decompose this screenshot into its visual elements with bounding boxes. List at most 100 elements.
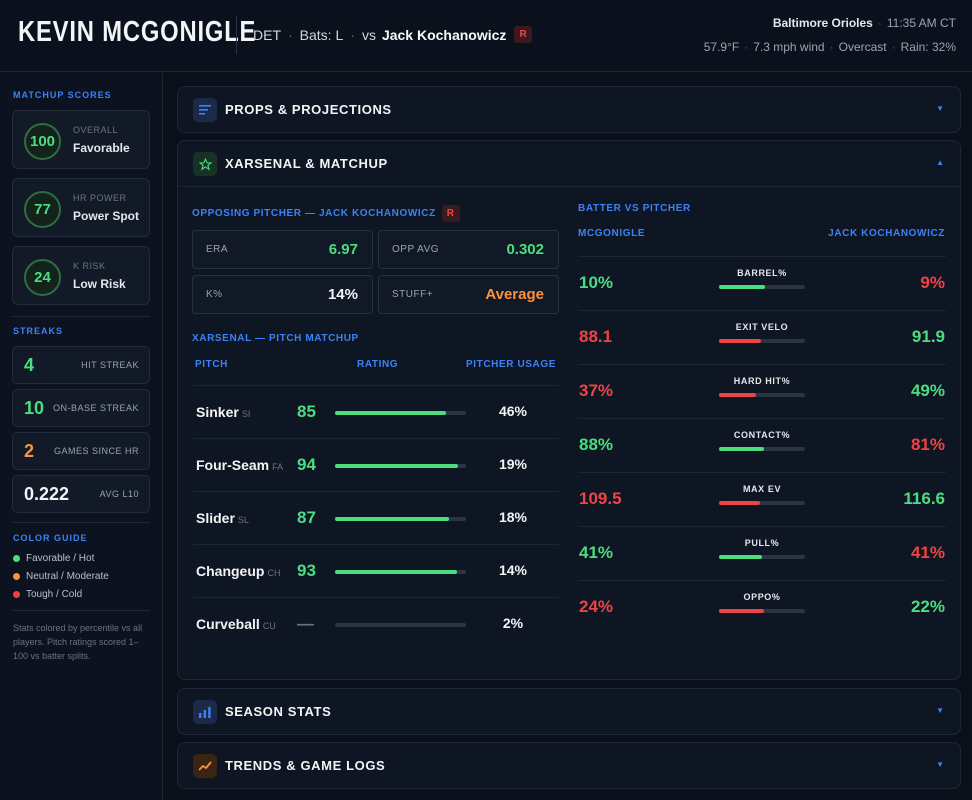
stat-label: K%	[206, 289, 223, 300]
streak-games-since-hr: 2 GAMES SINCE HR	[12, 432, 150, 470]
pitch-name: Curveball CU	[196, 616, 276, 632]
bvp-batter-value: 10%	[579, 273, 614, 292]
panel-season-stats[interactable]: SEASON STATS ▼	[177, 688, 961, 735]
legend-label: Favorable / Hot	[26, 553, 95, 564]
pitch-usage: 14%	[498, 562, 528, 578]
pitch-name: Slider SL	[196, 510, 249, 526]
opponent-pitcher-link[interactable]: Jack Kochanowicz	[382, 27, 507, 43]
bvp-pitcher-value: 91.9	[911, 327, 945, 346]
col-header-usage: PITCHER USAGE	[466, 359, 557, 370]
panel-props[interactable]: PROPS & PROJECTIONS ▼	[177, 86, 961, 133]
bvp-bar-fill	[719, 609, 764, 613]
score-ring: 24	[24, 259, 61, 296]
legend-label: Tough / Cold	[26, 589, 83, 600]
rain-chance: Rain: 32%	[900, 40, 956, 54]
panel-title: TRENDS & GAME LOGS	[225, 758, 386, 773]
bvp-pitcher-value: 49%	[910, 381, 945, 400]
bats-hand: Bats: L	[299, 26, 344, 43]
score-text: Low Risk	[73, 277, 126, 291]
streak-label: AVG L10	[99, 489, 139, 499]
chevron-down-icon[interactable]: ▼	[936, 760, 944, 769]
panel-header[interactable]: XARSENAL & MATCHUP ▲	[178, 141, 960, 187]
score-label: OVERALL	[73, 125, 119, 135]
bvp-stat-label: CONTACT%	[733, 430, 791, 440]
bvp-pitcher-value: 116.6	[903, 489, 945, 508]
separator: ·	[288, 26, 293, 43]
rating-bar	[335, 623, 466, 627]
streak-value: 2	[24, 441, 35, 461]
streak-label: HIT STREAK	[81, 360, 139, 370]
bvp-bar	[719, 555, 805, 559]
pitch-row: Four-Seam FA 94 19%	[193, 438, 559, 491]
color-guide-title: COLOR GUIDE	[13, 533, 88, 543]
pitch-row: Slider SL 87 18%	[193, 491, 559, 544]
stat-k-pct: K% 14%	[192, 275, 373, 314]
venue-team: Baltimore Orioles	[772, 16, 873, 30]
chevron-down-icon[interactable]: ▼	[936, 706, 944, 715]
panel-trends[interactable]: TRENDS & GAME LOGS ▼	[177, 742, 961, 789]
opposing-pitcher-label: OPPOSING PITCHER — JACK KOCHANOWICZ	[192, 208, 436, 219]
pitch-usage: 2%	[502, 615, 524, 631]
legend-item: Favorable / Hot	[13, 553, 94, 564]
legend-label: Neutral / Moderate	[26, 571, 109, 582]
stat-stuff-plus: STUFF+ Average	[378, 275, 559, 314]
bvp-row: 88.1 EXIT VELO 91.9	[578, 310, 946, 364]
header: KEVIN MCGONIGLE DET · Bats: L · vs Jack …	[0, 0, 972, 72]
bvp-row: 37% HARD HIT% 49%	[578, 364, 946, 418]
legend-item: Neutral / Moderate	[13, 571, 109, 582]
chevron-down-icon[interactable]: ▼	[936, 104, 944, 113]
bvp-pitcher-value: 9%	[920, 273, 945, 292]
pitch-rating: 93	[297, 561, 316, 580]
sky-condition: Overcast	[838, 40, 887, 54]
bvp-bar-fill	[719, 555, 762, 559]
bvp-stat-label: OPPO%	[743, 592, 781, 602]
game-time: 11:35 AM CT	[886, 16, 956, 30]
game-info: Baltimore Orioles · 11:35 AM CT	[772, 16, 956, 30]
streak-value: 0.222	[24, 484, 70, 504]
rating-bar-fill	[335, 517, 449, 521]
bvp-bar	[719, 285, 805, 289]
col-header-rating: RATING	[357, 359, 399, 370]
rating-bar-fill	[335, 570, 457, 574]
pitch-row: Curveball CU — 2%	[193, 597, 559, 650]
bvp-pitcher-value: 41%	[910, 543, 945, 562]
bvp-row: 10% BARREL% 9%	[578, 256, 946, 310]
separator: ·	[350, 26, 355, 43]
stat-value: 6.97	[328, 241, 358, 258]
pitch-rating: 94	[297, 455, 316, 474]
bvp-row: 109.5 MAX EV 116.6	[578, 472, 946, 526]
score-text: Favorable	[73, 141, 130, 155]
bvp-row: 24% OPPO% 22%	[578, 580, 946, 634]
stat-era: ERA 6.97	[192, 230, 373, 269]
panel-title: SEASON STATS	[225, 704, 332, 719]
score-card-overall: 100 OVERALL Favorable	[12, 110, 150, 169]
bvp-title: BATTER VS PITCHER	[578, 203, 691, 214]
stat-opp-avg: OPP AVG 0.302	[378, 230, 559, 269]
legend-item: Tough / Cold	[13, 589, 82, 600]
streak-label: ON-BASE STREAK	[52, 403, 139, 413]
bvp-bar	[719, 609, 805, 613]
bvp-batter-value: 88%	[579, 435, 614, 454]
legend-dot	[13, 555, 20, 562]
pitch-matchup-title: XARSENAL — PITCH MATCHUP	[192, 333, 359, 344]
panel-title: PROPS & PROJECTIONS	[225, 102, 392, 117]
score-label: HR POWER	[73, 193, 127, 203]
bvp-stat-label: BARREL%	[737, 268, 787, 278]
bvp-bar	[719, 393, 805, 397]
rating-bar	[335, 411, 466, 415]
pitch-row: Sinker SI 85 46%	[193, 385, 559, 438]
matchup-scores-title: MATCHUP SCORES	[13, 90, 112, 100]
chevron-up-icon[interactable]: ▲	[936, 158, 944, 167]
pitch-name: Changeup CH	[196, 563, 281, 579]
vs-label: vs	[361, 26, 376, 43]
bvp-row: 41% PULL% 41%	[578, 526, 946, 580]
stat-value: Average	[485, 286, 544, 303]
streak-value: 10	[24, 398, 45, 418]
stat-label: OPP AVG	[392, 244, 440, 255]
bvp-bar	[719, 501, 805, 505]
streak-avg-l10: 0.222 AVG L10	[12, 475, 150, 513]
col-header-pitch: PITCH	[195, 359, 228, 370]
stat-value: 0.302	[506, 241, 544, 258]
bvp-bar	[719, 339, 805, 343]
stat-label: STUFF+	[392, 289, 434, 300]
